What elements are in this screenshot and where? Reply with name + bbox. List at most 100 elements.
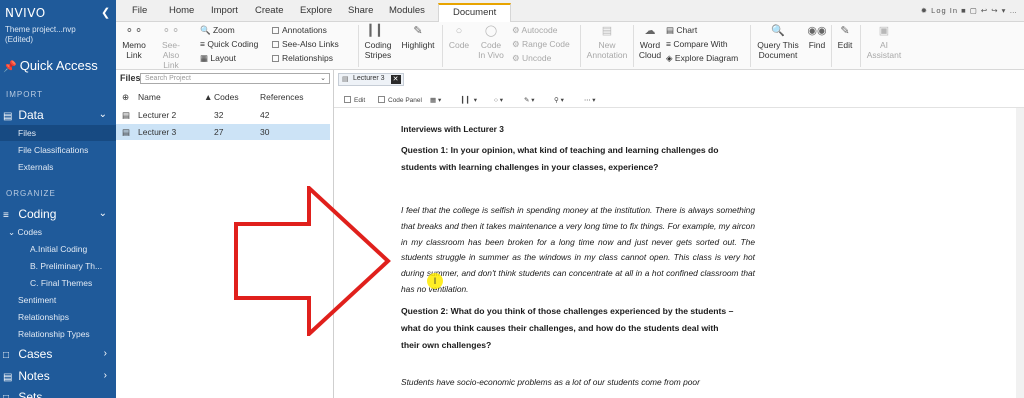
coding-stripes-button[interactable]: ▎▎ Coding Stripes	[362, 22, 394, 60]
arrow-outline	[234, 186, 391, 336]
tab-file[interactable]: File	[132, 5, 147, 16]
chevron-down-icon[interactable]: ⌄	[320, 74, 326, 83]
relationships-checkbox[interactable]: Relationships	[272, 53, 333, 63]
vertical-scrollbar[interactable]	[1016, 108, 1024, 398]
coding-stripes-dropdown-icon[interactable]: ▦ ▾	[430, 96, 441, 104]
see-also-link-button[interactable]: ⚬⚬ See-Also Link	[154, 22, 188, 70]
table-row[interactable]: ▤ Lecturer 2 32 42	[116, 107, 330, 123]
see-also-link-icon: ⚬⚬	[161, 25, 181, 37]
code-panel-checkbox[interactable]: Code Panel	[378, 96, 422, 104]
sidebar-item-preliminary-themes[interactable]: B. Preliminary Th...	[0, 258, 116, 274]
tab-explore[interactable]: Explore	[300, 5, 332, 16]
codes-label: Codes	[17, 227, 43, 237]
see-also-links-checkbox[interactable]: See-Also Links	[272, 39, 339, 49]
query-this-document-button[interactable]: 🔍 Query This Document	[753, 22, 803, 60]
find-button[interactable]: ◉◉ Find	[806, 22, 828, 50]
find-label: Find	[808, 40, 826, 50]
mouse-cursor-highlight: I	[427, 273, 443, 289]
document-toolbar: Edit Code Panel ▦ ▾ ▎▎ ▾ ○ ▾ ✎ ▾ ⚲ ▾ ⋯ ▾	[334, 92, 1024, 108]
tab-import[interactable]: Import	[211, 5, 238, 16]
sidebar-item-files[interactable]: Files	[0, 125, 116, 141]
edit-button[interactable]: ✎ Edit	[834, 22, 856, 50]
highlight-button[interactable]: ✎ Highlight	[399, 22, 437, 50]
code-dropdown-icon[interactable]: ○ ▾	[494, 96, 503, 104]
highlight-dropdown-icon[interactable]: ▎▎ ▾	[462, 96, 477, 104]
annotations-label: Annotations	[282, 25, 327, 35]
chart-button[interactable]: ▤ Chart	[666, 25, 697, 36]
nvivo-logo: NVIVO	[5, 6, 46, 20]
annotations-checkbox[interactable]: Annotations	[272, 25, 327, 35]
files-pane-title: Files	[120, 73, 141, 83]
column-header-references[interactable]: References	[260, 92, 303, 102]
tab-modules[interactable]: Modules	[389, 5, 425, 16]
document-tab[interactable]: ▤ Lecturer 3 ✕	[338, 73, 404, 86]
sidebar-category-notes[interactable]: ▤ Notes ›	[3, 369, 115, 383]
code-button[interactable]: ○ Code	[447, 22, 471, 50]
coding-stripes-label: Coding	[364, 40, 392, 50]
search-placeholder: Search Project	[145, 75, 191, 82]
question-1: Question 1: In your opinion, what kind o…	[401, 142, 755, 176]
notes-icon: ▤	[3, 372, 13, 383]
tab-document[interactable]: Document	[438, 3, 512, 24]
search-project-input[interactable]: Search Project ⌄	[140, 73, 330, 84]
highlight-label: Highlight	[401, 40, 435, 50]
sidebar-category-coding[interactable]: ≡ Coding ⌄	[3, 207, 115, 221]
new-annotation-button[interactable]: ▤ New Annotation	[585, 22, 629, 60]
close-icon[interactable]: ✕	[390, 75, 401, 84]
annotation-dropdown-icon[interactable]: ✎ ▾	[524, 96, 535, 104]
layout-button[interactable]: ▦ Layout	[200, 53, 236, 64]
code-in-vivo-button[interactable]: ◯ Code In Vivo	[476, 22, 506, 60]
column-header-codes[interactable]: Codes	[214, 92, 239, 102]
tab-create[interactable]: Create	[255, 5, 284, 16]
sidebar-item-codes[interactable]: ⌄ Codes	[0, 224, 116, 240]
sort-ascending-icon: ▲	[204, 92, 213, 102]
answer-2-paragraph: Students have socio-economic problems as…	[401, 377, 700, 387]
sidebar-category-sets[interactable]: □ Sets	[3, 390, 115, 398]
sidebar-item-initial-coding[interactable]: A.Initial Coding	[0, 241, 116, 257]
sidebar-category-cases[interactable]: □ Cases ›	[3, 347, 115, 361]
login-link[interactable]: Log In	[931, 6, 958, 15]
sidebar-item-externals[interactable]: Externals	[0, 159, 116, 175]
checkbox-icon	[272, 27, 279, 34]
memo-link-button[interactable]: ⚬⚬ Memo Link	[120, 22, 148, 60]
sidebar-item-sentiment[interactable]: Sentiment	[0, 292, 116, 308]
column-header-name[interactable]: Name	[138, 92, 161, 102]
uncode-label: Uncode	[522, 53, 552, 63]
tab-home[interactable]: Home	[169, 5, 194, 16]
compare-with-button[interactable]: ≡ Compare With	[666, 39, 728, 49]
coding-label: Coding	[18, 207, 57, 221]
range-code-button[interactable]: ⚙ Range Code	[512, 39, 570, 50]
autocode-button[interactable]: ⚙ Autocode	[512, 25, 557, 36]
table-row[interactable]: ▤ Lecturer 3 27 30	[116, 124, 330, 140]
settings-icon[interactable]: ✹	[921, 6, 928, 15]
sidebar-item-relationship-types[interactable]: Relationship Types	[0, 326, 116, 342]
file-references-count: 42	[260, 110, 270, 120]
sidebar-item-final-themes[interactable]: C. Final Themes	[0, 275, 116, 291]
file-name: Lecturer 3	[138, 127, 177, 137]
zoom-button[interactable]: 🔍 Zoom	[200, 25, 235, 36]
tab-share[interactable]: Share	[348, 5, 373, 16]
ai-assistant-button[interactable]: ▣ AI Assistant	[864, 22, 904, 60]
cases-label: Cases	[18, 347, 53, 361]
add-icon[interactable]: ⊕	[122, 92, 129, 103]
quick-coding-button[interactable]: ≡ Quick Coding	[200, 39, 258, 49]
ai-assistant-icon: ▣	[878, 25, 890, 37]
sidebar-category-data[interactable]: ▤ Data ⌄	[3, 108, 115, 122]
search-dropdown-icon[interactable]: ⚲ ▾	[554, 96, 564, 104]
document-icon: ▤	[342, 76, 349, 83]
quick-access-button[interactable]: 📌 Quick Access	[3, 58, 116, 76]
collapse-sidebar-icon[interactable]: ❮	[101, 6, 110, 19]
uncode-button[interactable]: ⚙ Uncode	[512, 53, 551, 64]
word-cloud-button[interactable]: ☁ Word Cloud	[635, 22, 665, 60]
document-icon: ▤	[122, 110, 131, 120]
organize-section-label: ORGANIZE	[6, 189, 56, 198]
window-control-icons[interactable]: ■ ▢ ↩ ↪ ▾ …	[961, 6, 1018, 15]
sidebar-item-file-classifications[interactable]: File Classifications	[0, 142, 116, 158]
more-options-icon[interactable]: ⋯ ▾	[584, 96, 596, 104]
sidebar-item-relationships[interactable]: Relationships	[0, 309, 116, 325]
question-1-line-1: Question 1: In your opinion, what kind o…	[401, 145, 719, 155]
project-name: Theme project...nvp	[5, 25, 76, 34]
explore-diagram-button[interactable]: ◈ Explore Diagram	[666, 53, 738, 64]
annotation-icon: ▤	[601, 25, 613, 37]
edit-checkbox[interactable]: Edit	[344, 96, 365, 104]
